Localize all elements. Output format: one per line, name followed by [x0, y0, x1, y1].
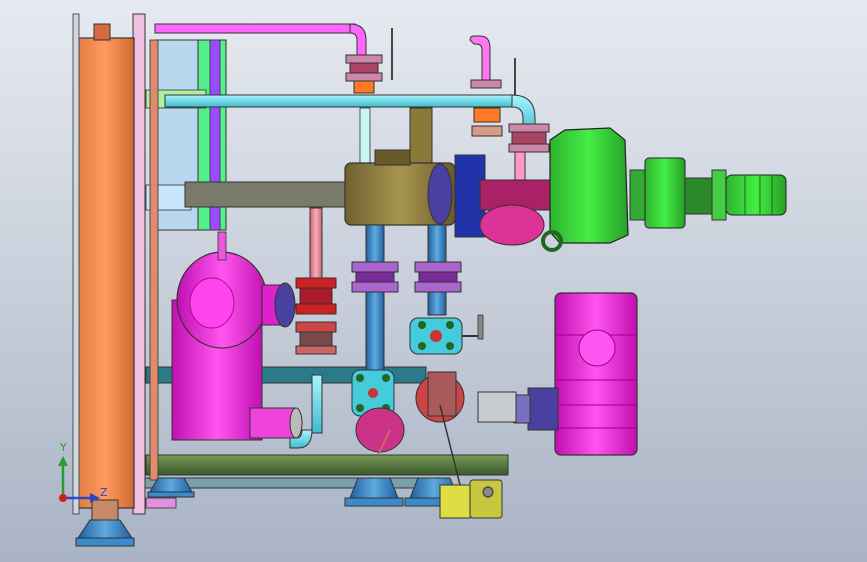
- triad-y-label: Y: [60, 441, 67, 454]
- flange[interactable]: [345, 28, 550, 153]
- cad-model-scene[interactable]: [0, 0, 867, 562]
- pump-casing[interactable]: [171, 231, 303, 441]
- pump-motor[interactable]: [454, 127, 787, 252]
- cad-viewport[interactable]: Y Z: [0, 0, 867, 562]
- flange-red[interactable]: [295, 277, 337, 355]
- water-pipe-vertical[interactable]: [309, 207, 462, 386]
- heat-exchanger-plate[interactable]: [72, 13, 159, 515]
- triad-z-label: Z: [100, 486, 108, 499]
- strainer[interactable]: [477, 292, 638, 456]
